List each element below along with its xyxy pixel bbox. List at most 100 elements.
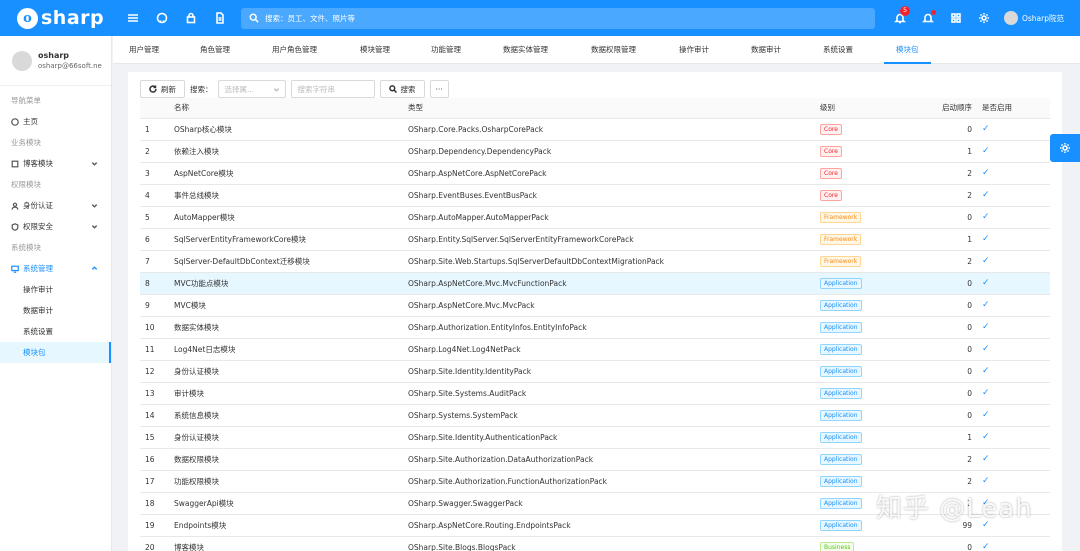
level-tag: Business (820, 541, 855, 551)
table-row[interactable]: 8 MVC功能点模块 OSharp.AspNetCore.Mvc.MvcFuncti… (140, 272, 1050, 295)
notification-bell-icon[interactable]: 5 (886, 0, 914, 36)
cell-level: Application (815, 382, 915, 405)
tab-functions[interactable]: 功能管理 (431, 36, 461, 64)
tab-data-entities[interactable]: 数据实体管理 (503, 36, 548, 64)
cell-name: 数据实体模块 (169, 316, 403, 339)
cell-enabled: ✓ (977, 360, 1050, 383)
col-name[interactable]: 名称 (169, 98, 403, 119)
tab-data-permissions[interactable]: 数据权限管理 (591, 36, 636, 64)
logo-mark: o (17, 7, 38, 29)
settings-drawer-button[interactable] (1050, 134, 1080, 162)
table-row[interactable]: 16 数据权限模块 OSharp.Site.Authorization.DataAu… (140, 448, 1050, 471)
tab-system-settings[interactable]: 系统设置 (823, 36, 853, 64)
table-row[interactable]: 14 系统信息模块 OSharp.Systems.SystemPack Applica… (140, 404, 1050, 427)
apps-grid-icon[interactable] (942, 0, 970, 36)
user-avatar (1003, 11, 1018, 25)
sidebar-subitem-operation-audit[interactable]: 操作审计 (0, 279, 111, 300)
cell-order: 2 (915, 184, 977, 207)
cell-order: 0 (915, 118, 977, 141)
cell-level: Application (815, 404, 915, 427)
message-bell-icon[interactable] (914, 0, 942, 36)
cell-enabled: ✓ (977, 228, 1050, 251)
tab-user-roles[interactable]: 用户角色管理 (272, 36, 317, 64)
check-icon: ✓ (982, 410, 990, 420)
sidebar-profile[interactable]: osharp osharp@66soft.ne (0, 36, 111, 86)
user-menu[interactable]: Osharp院范 (1003, 11, 1064, 25)
tab-bar: 用户管理 角色管理 用户角色管理 模块管理 功能管理 数据实体管理 数据权限管理… (113, 36, 1080, 64)
sidebar-item-home[interactable]: 主页 (0, 111, 111, 132)
col-order[interactable]: 启动顺序 (915, 98, 977, 119)
tab-data-audit[interactable]: 数据审计 (751, 36, 781, 64)
business-group-label: 业务模块 (11, 138, 41, 147)
cell-index: 11 (140, 338, 169, 361)
table-row[interactable]: 13 审计模块 OSharp.Site.Systems.AuditPack Appli… (140, 382, 1050, 405)
cell-type: OSharp.Core.Packs.OsharpCorePack (403, 118, 815, 141)
sidebar-item-auth[interactable]: 身份认证 (0, 195, 111, 216)
cell-index: 19 (140, 514, 169, 537)
cell-index: 17 (140, 470, 169, 493)
refresh-button[interactable]: 刷新 (140, 80, 185, 98)
sidebar-item-security[interactable]: 权限安全 (0, 216, 111, 237)
github-icon[interactable] (147, 0, 176, 36)
sidebar-item-system[interactable]: 系统管理 (0, 258, 111, 279)
table-row[interactable]: 15 身份认证模块 OSharp.Site.Identity.Authenticat… (140, 426, 1050, 449)
tab-roles[interactable]: 角色管理 (200, 36, 230, 64)
col-enabled[interactable]: 是否启用 (977, 98, 1050, 119)
col-type[interactable]: 类型 (403, 98, 815, 119)
more-button[interactable]: ··· (429, 80, 449, 98)
level-tag: Application (820, 431, 862, 443)
table-row[interactable]: 9 MVC模块 OSharp.AspNetCore.Mvc.MvcPack Appli… (140, 294, 1050, 317)
cell-order: 0 (915, 382, 977, 405)
shield-icon (11, 222, 19, 231)
menu-toggle-icon[interactable] (118, 0, 147, 36)
cell-index: 4 (140, 184, 169, 207)
search-button[interactable]: 搜索 (379, 80, 425, 98)
table-row[interactable]: 4 事件总线模块 OSharp.EventBuses.EventBusPack Cor… (140, 184, 1050, 207)
table-row[interactable]: 1 OSharp核心模块 OSharp.Core.Packs.OsharpCoreP… (140, 118, 1050, 141)
tab-users[interactable]: 用户管理 (129, 36, 159, 64)
cell-type: OSharp.Site.Authorization.FunctionAuthor… (403, 470, 815, 493)
table-row[interactable]: 6 SqlServerEntityFrameworkCore模块 OSharp.En… (140, 228, 1050, 251)
cell-level: Application (815, 426, 915, 449)
check-icon: ✓ (982, 278, 990, 288)
cell-index: 1 (140, 118, 169, 141)
cell-index: 14 (140, 404, 169, 427)
document-icon[interactable] (205, 0, 234, 36)
cell-type: OSharp.Site.Authorization.DataAuthorizat… (403, 448, 815, 471)
tab-packs[interactable]: 模块包 (884, 36, 931, 64)
table-row[interactable]: 2 依赖注入模块 OSharp.Dependency.DependencyPack C… (140, 140, 1050, 163)
permission-group-label: 权限模块 (11, 180, 41, 189)
cell-enabled: ✓ (977, 140, 1050, 163)
cell-name: 系统信息模块 (169, 404, 403, 427)
table-row[interactable]: 12 身份认证模块 OSharp.Site.Identity.IdentityPac… (140, 360, 1050, 383)
chevron-down-icon (91, 204, 98, 208)
global-search-input[interactable]: 搜索：员工、文件、照片等 (241, 7, 875, 29)
sidebar-subitem-system-settings[interactable]: 系统设置 (0, 321, 111, 342)
table-row[interactable]: 7 SqlServer-DefaultDbContext迁移模块 OSharp.Si… (140, 250, 1050, 273)
level-tag: Framework (820, 233, 862, 245)
cell-enabled: ✓ (977, 536, 1050, 551)
cell-level: Framework (815, 228, 915, 251)
search-field-select[interactable]: 选择属... (217, 80, 286, 98)
input-placeholder: 搜索字符串 (297, 84, 336, 94)
tab-modules[interactable]: 模块管理 (360, 36, 390, 64)
search-string-input[interactable]: 搜索字符串 (290, 80, 375, 98)
col-level[interactable]: 级别 (815, 98, 915, 119)
lock-icon[interactable] (176, 0, 205, 36)
level-tag: Core (820, 145, 842, 157)
table-row[interactable]: 3 AspNetCore模块 OSharp.AspNetCore.AspNetCor… (140, 162, 1050, 185)
logo[interactable]: o sharp (0, 7, 108, 29)
table-row[interactable]: 20 博客模块 OSharp.Site.Blogs.BlogsPack Busines… (140, 536, 1050, 551)
table-row[interactable]: 5 AutoMapper模块 OSharp.AutoMapper.AutoMappe… (140, 206, 1050, 229)
table-row[interactable]: 10 数据实体模块 OSharp.Authorization.EntityInfos… (140, 316, 1050, 339)
settings-gear-icon[interactable] (970, 0, 998, 36)
check-icon: ✓ (982, 344, 990, 354)
cell-enabled: ✓ (977, 448, 1050, 471)
check-icon: ✓ (982, 366, 990, 376)
sidebar-item-blog[interactable]: 博客模块 (0, 153, 111, 174)
tab-operation-audit[interactable]: 操作审计 (679, 36, 709, 64)
sidebar-subitem-data-audit[interactable]: 数据审计 (0, 300, 111, 321)
table-row[interactable]: 11 Log4Net日志模块 OSharp.Log4Net.Log4NetPack A… (140, 338, 1050, 361)
cell-name: AutoMapper模块 (169, 206, 403, 229)
sidebar-subitem-packs[interactable]: 模块包 (0, 342, 111, 363)
